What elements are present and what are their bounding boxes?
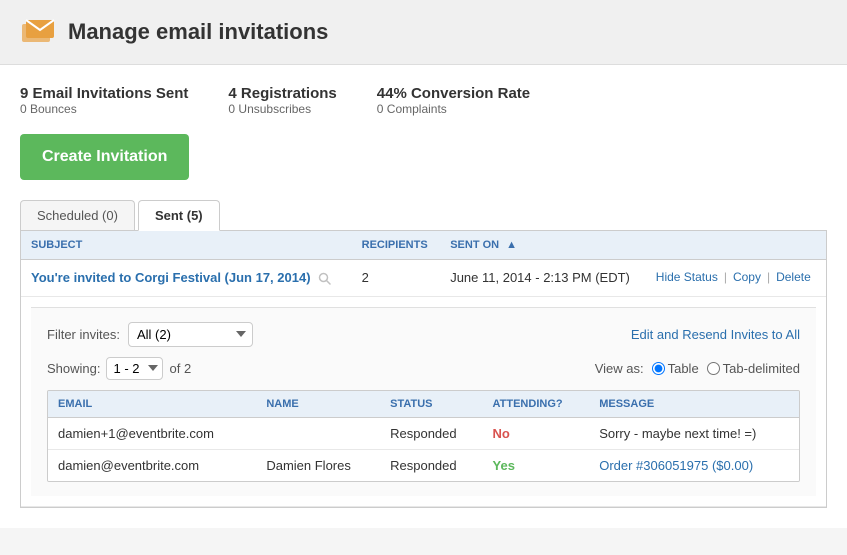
view-as-label: View as:	[595, 361, 644, 376]
radio-table-label: Table	[668, 361, 699, 376]
expanded-row: Filter invites: All (2) Responded Not Re…	[21, 296, 826, 506]
stat-invitations-main: 9 Email Invitations Sent	[20, 85, 188, 102]
showing-left: Showing: 1 - 2 of 2	[47, 357, 191, 380]
page-header: Manage email invitations	[0, 0, 847, 65]
separator-2: |	[767, 270, 770, 284]
col-subject: Subject	[21, 231, 352, 260]
filter-label: Filter invites:	[47, 327, 120, 342]
content-area: 9 Email Invitations Sent 0 Bounces 4 Reg…	[0, 65, 847, 528]
showing-select[interactable]: 1 - 2	[106, 357, 163, 380]
stat-registrations: 4 Registrations 0 Unsubscribes	[228, 85, 336, 116]
edit-resend-link[interactable]: Edit and Resend Invites to All	[631, 327, 800, 342]
stat-conversion: 44% Conversion Rate 0 Complaints	[377, 85, 530, 116]
radio-tab-label: Tab-delimited	[723, 361, 800, 376]
stat-conversion-sub: 0 Complaints	[377, 102, 530, 116]
create-invitation-button[interactable]: Create Invitation	[20, 134, 189, 180]
row-actions: Hide Status | Copy | Delete	[656, 270, 816, 284]
showing-row: Showing: 1 - 2 of 2 View as:	[47, 357, 800, 380]
subject-link[interactable]: You're invited to Corgi Festival (Jun 17…	[31, 270, 311, 285]
invitee-row-1: damien+1@eventbrite.com Responded No Sor…	[48, 417, 799, 449]
col-recipients: Recipients	[352, 231, 441, 260]
invitee-name-2: Damien Flores	[256, 449, 380, 481]
radio-table[interactable]: Table	[652, 361, 699, 376]
copy-link[interactable]: Copy	[733, 270, 761, 284]
invitee-row-2: damien@eventbrite.com Damien Flores Resp…	[48, 449, 799, 481]
stat-invitations: 9 Email Invitations Sent 0 Bounces	[20, 85, 188, 116]
invitee-attending-2: Yes	[483, 449, 590, 481]
col-actions	[646, 231, 826, 260]
filter-row: Filter invites: All (2) Responded Not Re…	[47, 322, 800, 347]
main-table-container: Subject Recipients Sent On ▲ You'r	[20, 231, 827, 508]
cell-sent-on: June 11, 2014 - 2:13 PM (EDT)	[440, 260, 646, 297]
invitee-status-1: Responded	[380, 417, 482, 449]
filter-select[interactable]: All (2) Responded Not Responded	[128, 322, 253, 347]
invitations-table: Subject Recipients Sent On ▲ You'r	[21, 231, 826, 507]
sub-col-name: NAME	[256, 391, 380, 418]
page-title: Manage email invitations	[68, 19, 328, 45]
filter-left: Filter invites: All (2) Responded Not Re…	[47, 322, 253, 347]
order-link[interactable]: Order #306051975 ($0.00)	[599, 458, 753, 473]
hide-status-link[interactable]: Hide Status	[656, 270, 718, 284]
stat-conversion-main: 44% Conversion Rate	[377, 85, 530, 102]
table-row: You're invited to Corgi Festival (Jun 17…	[21, 260, 826, 297]
invitee-name-1	[256, 417, 380, 449]
invitee-attending-1: No	[483, 417, 590, 449]
table-header-row: Subject Recipients Sent On ▲	[21, 231, 826, 260]
sub-col-email: EMAIL	[48, 391, 256, 418]
cell-recipients: 2	[352, 260, 441, 297]
showing-label: Showing:	[47, 361, 100, 376]
separator-1: |	[724, 270, 727, 284]
cell-subject: You're invited to Corgi Festival (Jun 17…	[21, 260, 352, 297]
invitee-message-1: Sorry - maybe next time! =)	[589, 417, 799, 449]
sub-table-header: EMAIL NAME STATUS ATTENDING? MESSAGE	[48, 391, 799, 418]
invitee-message-2: Order #306051975 ($0.00)	[589, 449, 799, 481]
delete-link[interactable]: Delete	[776, 270, 811, 284]
invitees-table: EMAIL NAME STATUS ATTENDING? MESSAGE	[48, 391, 799, 481]
invitee-email-2: damien@eventbrite.com	[48, 449, 256, 481]
tabs-row: Scheduled (0) Sent (5)	[20, 200, 827, 231]
col-sent-on: Sent On ▲	[440, 231, 646, 260]
stat-registrations-sub: 0 Unsubscribes	[228, 102, 336, 116]
tab-scheduled[interactable]: Scheduled (0)	[20, 200, 135, 230]
tab-sent[interactable]: Sent (5)	[138, 200, 220, 231]
sub-table-container: EMAIL NAME STATUS ATTENDING? MESSAGE	[47, 390, 800, 482]
sub-col-status: STATUS	[380, 391, 482, 418]
header-icon	[20, 14, 56, 50]
radio-tab[interactable]: Tab-delimited	[707, 361, 800, 376]
magnify-icon	[318, 272, 332, 286]
of-text: of 2	[169, 361, 191, 376]
expanded-content: Filter invites: All (2) Responded Not Re…	[31, 307, 816, 496]
cell-actions: Hide Status | Copy | Delete	[646, 260, 826, 297]
invitee-status-2: Responded	[380, 449, 482, 481]
sort-icon: ▲	[506, 239, 517, 251]
view-as-right: View as: Table Tab-delimited	[595, 361, 800, 376]
stats-row: 9 Email Invitations Sent 0 Bounces 4 Reg…	[20, 85, 827, 116]
sub-col-message: MESSAGE	[589, 391, 799, 418]
stat-registrations-main: 4 Registrations	[228, 85, 336, 102]
invitee-email-1: damien+1@eventbrite.com	[48, 417, 256, 449]
sub-col-attending: ATTENDING?	[483, 391, 590, 418]
stat-invitations-sub: 0 Bounces	[20, 102, 188, 116]
